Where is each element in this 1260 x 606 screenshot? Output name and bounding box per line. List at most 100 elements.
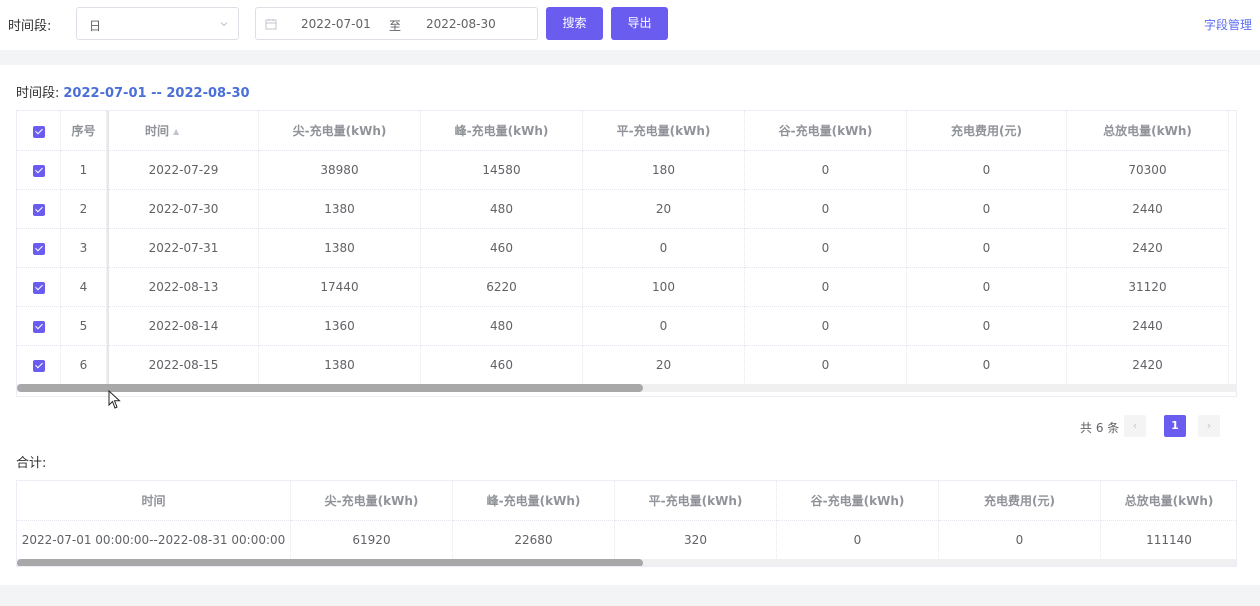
row-checkbox[interactable] bbox=[32, 203, 45, 216]
cell-flat: 20 bbox=[583, 346, 745, 385]
period-select[interactable]: 日 bbox=[76, 7, 239, 40]
cell-index: 2 bbox=[61, 190, 107, 229]
header-peak: 峰-充电量(kWh) bbox=[421, 111, 583, 151]
cell-discharge: 2420 bbox=[1067, 229, 1229, 268]
cell-index: 6 bbox=[61, 346, 107, 385]
summary-sharp: 61920 bbox=[291, 521, 453, 560]
next-page-button[interactable]: › bbox=[1198, 415, 1220, 437]
cell-discharge: 70300 bbox=[1067, 151, 1229, 190]
cell-fee: 0 bbox=[907, 151, 1067, 190]
select-all-checkbox[interactable] bbox=[32, 125, 45, 138]
header-time[interactable]: 时间 ▲ bbox=[109, 111, 259, 151]
table-row[interactable]: 2 2022-07-30 1380 480 20 0 0 2440 bbox=[17, 190, 1236, 229]
cell-fee: 0 bbox=[907, 307, 1067, 346]
cell-peak: 14580 bbox=[421, 151, 583, 190]
cell-time: 2022-07-29 bbox=[109, 151, 259, 190]
field-management-link[interactable]: 字段管理 bbox=[1204, 16, 1252, 33]
prev-page-button[interactable]: ‹ bbox=[1124, 415, 1146, 437]
cell-peak: 6220 bbox=[421, 268, 583, 307]
cell-peak: 460 bbox=[421, 346, 583, 385]
cell-sharp: 1380 bbox=[259, 190, 421, 229]
fixed-column-divider bbox=[107, 111, 109, 387]
row-checkbox[interactable] bbox=[32, 242, 45, 255]
pagination: 共 6 条 ‹ 1 › bbox=[1038, 415, 1238, 437]
summary-peak: 22680 bbox=[453, 521, 615, 560]
pagination-total: 共 6 条 bbox=[1080, 421, 1120, 435]
cell-sharp: 1380 bbox=[259, 346, 421, 385]
date-end-input[interactable]: 2022-08-30 bbox=[426, 17, 496, 31]
period-select-value: 日 bbox=[89, 19, 102, 33]
table-row[interactable]: 3 2022-07-31 1380 460 0 0 0 2420 bbox=[17, 229, 1236, 268]
chevron-down-icon bbox=[220, 22, 228, 27]
export-button[interactable]: 导出 bbox=[611, 7, 668, 40]
summary-valley: 0 bbox=[777, 521, 939, 560]
table-row[interactable]: 6 2022-08-15 1380 460 20 0 0 2420 bbox=[17, 346, 1236, 385]
sort-icon[interactable]: ▲ bbox=[173, 112, 179, 152]
calendar-icon bbox=[265, 19, 277, 30]
row-select-cell[interactable] bbox=[17, 190, 61, 229]
row-checkbox[interactable] bbox=[32, 359, 45, 372]
cell-fee: 0 bbox=[907, 229, 1067, 268]
summary-discharge: 111140 bbox=[1101, 521, 1236, 560]
cell-fee: 0 bbox=[907, 268, 1067, 307]
cell-flat: 180 bbox=[583, 151, 745, 190]
cell-sharp: 1360 bbox=[259, 307, 421, 346]
row-select-cell[interactable] bbox=[17, 268, 61, 307]
summary-header-peak: 峰-充电量(kWh) bbox=[453, 481, 615, 521]
select-all-cell[interactable] bbox=[17, 111, 61, 151]
cell-discharge: 2420 bbox=[1067, 346, 1229, 385]
cell-sharp: 17440 bbox=[259, 268, 421, 307]
cell-time: 2022-08-14 bbox=[109, 307, 259, 346]
row-checkbox[interactable] bbox=[32, 320, 45, 333]
cell-valley: 0 bbox=[745, 151, 907, 190]
cell-sharp: 38980 bbox=[259, 151, 421, 190]
table-row[interactable]: 4 2022-08-13 17440 6220 100 0 0 31120 bbox=[17, 268, 1236, 307]
date-start-input[interactable]: 2022-07-01 bbox=[301, 17, 371, 31]
cell-sharp: 1380 bbox=[259, 229, 421, 268]
summary-table: 时间 尖-充电量(kWh) 峰-充电量(kWh) 平-充电量(kWh) 谷-充电… bbox=[16, 480, 1237, 567]
table-row[interactable]: 1 2022-07-29 38980 14580 180 0 0 70300 bbox=[17, 151, 1236, 190]
content-card: 时间段: 2022-07-01 -- 2022-08-30 序号 时间 ▲ 尖-充电… bbox=[0, 65, 1260, 585]
row-select-cell[interactable] bbox=[17, 229, 61, 268]
summary-fee: 0 bbox=[939, 521, 1101, 560]
period-label: 时间段: bbox=[8, 19, 52, 34]
mouse-cursor-icon bbox=[108, 390, 121, 409]
cell-fee: 0 bbox=[907, 190, 1067, 229]
cell-index: 4 bbox=[61, 268, 107, 307]
summary-header-time: 时间 bbox=[17, 481, 291, 521]
summary-header-sharp: 尖-充电量(kWh) bbox=[291, 481, 453, 521]
cell-index: 5 bbox=[61, 307, 107, 346]
cell-peak: 480 bbox=[421, 190, 583, 229]
horizontal-scrollbar[interactable] bbox=[17, 384, 1236, 392]
cell-discharge: 2440 bbox=[1067, 190, 1229, 229]
search-button[interactable]: 搜索 bbox=[546, 7, 603, 40]
table-row[interactable]: 5 2022-08-14 1360 480 0 0 0 2440 bbox=[17, 307, 1236, 346]
page-1-button[interactable]: 1 bbox=[1164, 415, 1186, 437]
cell-peak: 460 bbox=[421, 229, 583, 268]
header-flat: 平-充电量(kWh) bbox=[583, 111, 745, 151]
row-select-cell[interactable] bbox=[17, 151, 61, 190]
range-label: 时间段: bbox=[16, 86, 60, 101]
cell-index: 1 bbox=[61, 151, 107, 190]
header-time-label: 时间 bbox=[145, 124, 170, 138]
summary-row: 2022-07-01 00:00:00--2022-08-31 00:00:00… bbox=[17, 521, 1236, 560]
cell-time: 2022-07-31 bbox=[109, 229, 259, 268]
row-select-cell[interactable] bbox=[17, 346, 61, 385]
header-index: 序号 bbox=[61, 111, 107, 151]
summary-horizontal-scrollbar[interactable] bbox=[17, 559, 1236, 566]
header-valley: 谷-充电量(kWh) bbox=[745, 111, 907, 151]
cell-discharge: 2440 bbox=[1067, 307, 1229, 346]
row-checkbox[interactable] bbox=[32, 281, 45, 294]
cell-index: 3 bbox=[61, 229, 107, 268]
summary-time: 2022-07-01 00:00:00--2022-08-31 00:00:00 bbox=[17, 521, 291, 560]
summary-scrollbar-thumb[interactable] bbox=[17, 559, 643, 566]
date-range-separator: 至 bbox=[389, 19, 402, 33]
cell-flat: 0 bbox=[583, 229, 745, 268]
row-select-cell[interactable] bbox=[17, 307, 61, 346]
cell-valley: 0 bbox=[745, 190, 907, 229]
row-checkbox[interactable] bbox=[32, 164, 45, 177]
date-range-picker[interactable]: 2022-07-01 至 2022-08-30 bbox=[255, 7, 538, 40]
range-dates: 2022-07-01 -- 2022-08-30 bbox=[63, 86, 250, 101]
cell-fee: 0 bbox=[907, 346, 1067, 385]
cell-flat: 0 bbox=[583, 307, 745, 346]
